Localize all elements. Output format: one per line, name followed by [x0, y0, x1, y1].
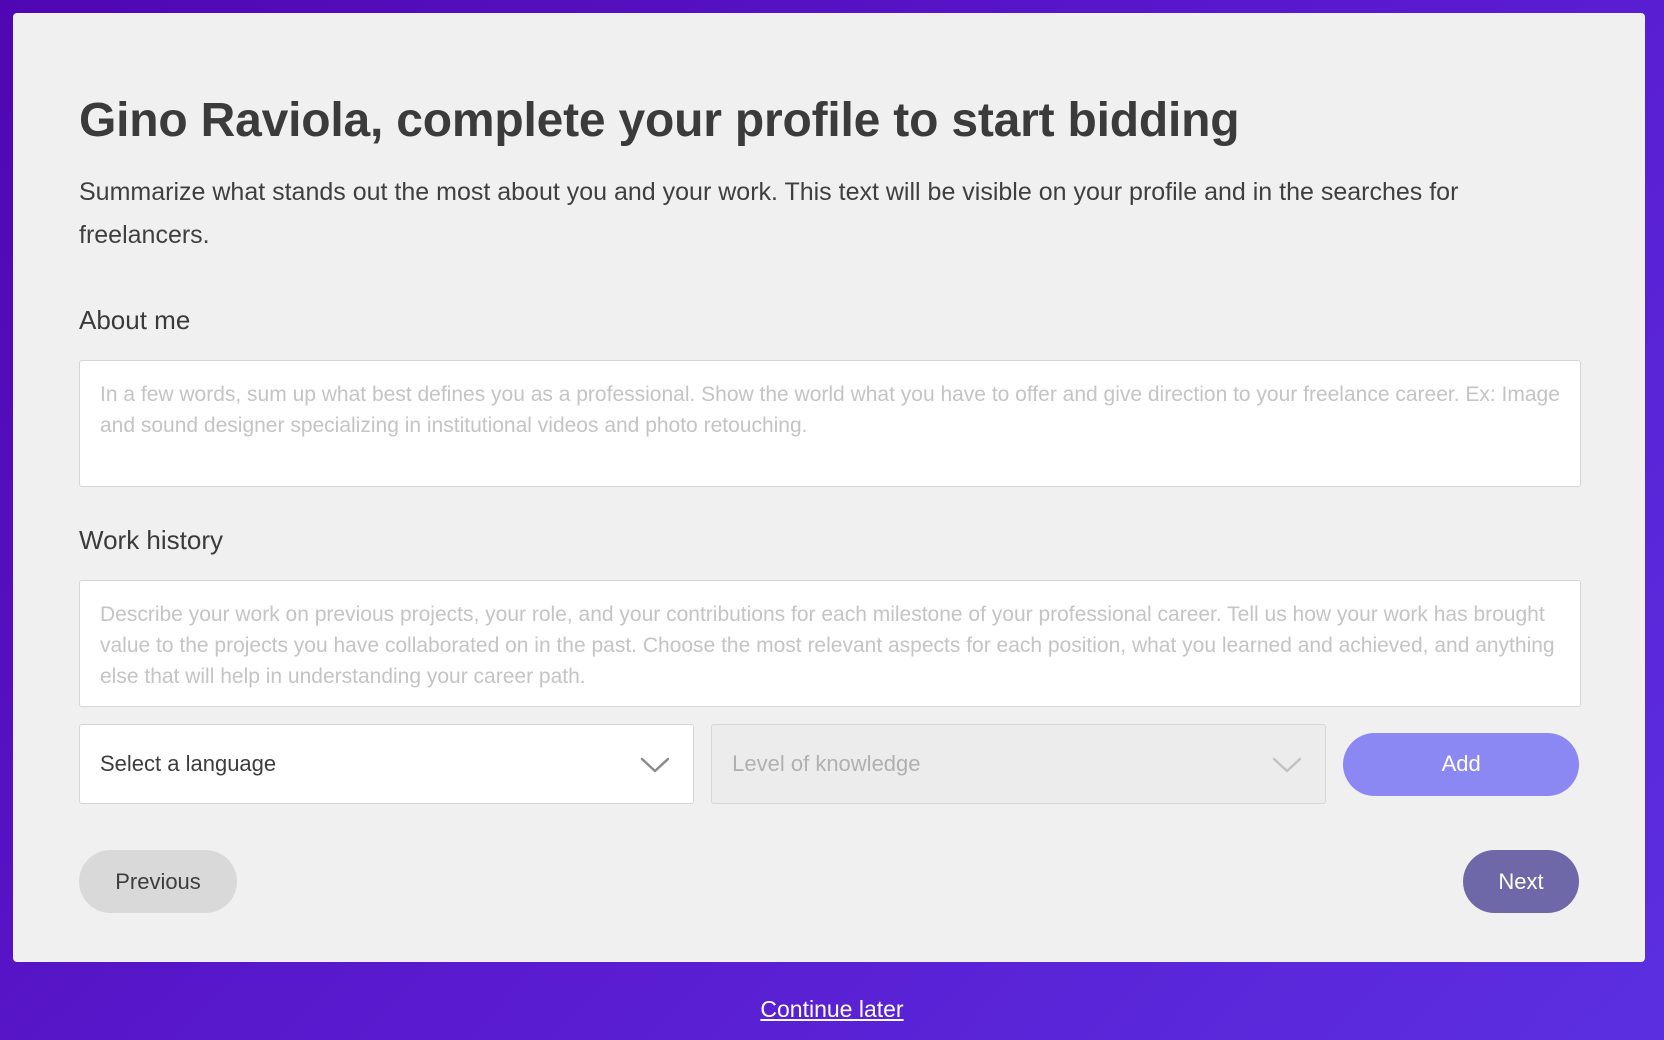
page-title: Gino Raviola, complete your profile to s… — [79, 94, 1240, 147]
chevron-down-icon — [1273, 757, 1302, 773]
navigation-row: Previous Next — [79, 850, 1579, 913]
work-history-textarea[interactable] — [79, 580, 1581, 707]
next-button[interactable]: Next — [1463, 850, 1579, 913]
about-me-textarea[interactable] — [79, 360, 1581, 487]
profile-card: Gino Raviola, complete your profile to s… — [13, 13, 1645, 962]
language-select[interactable]: Select a language — [79, 724, 695, 804]
chevron-down-icon — [640, 757, 670, 773]
language-select-value: Select a language — [100, 751, 277, 776]
continue-later-link[interactable]: Continue later — [760, 996, 903, 1022]
about-me-label: About me — [79, 305, 191, 335]
level-of-knowledge-value: Level of knowledge — [732, 751, 921, 776]
level-of-knowledge-select[interactable]: Level of knowledge — [711, 724, 1327, 804]
previous-button[interactable]: Previous — [79, 850, 237, 913]
work-history-label: Work history — [79, 525, 223, 555]
page-subtitle: Summarize what stands out the most about… — [79, 178, 1459, 249]
add-language-button[interactable]: Add — [1343, 732, 1579, 796]
language-row: Select a language Level of knowledge Add — [79, 724, 1579, 804]
continue-later-container: Continue later — [0, 993, 1664, 1025]
